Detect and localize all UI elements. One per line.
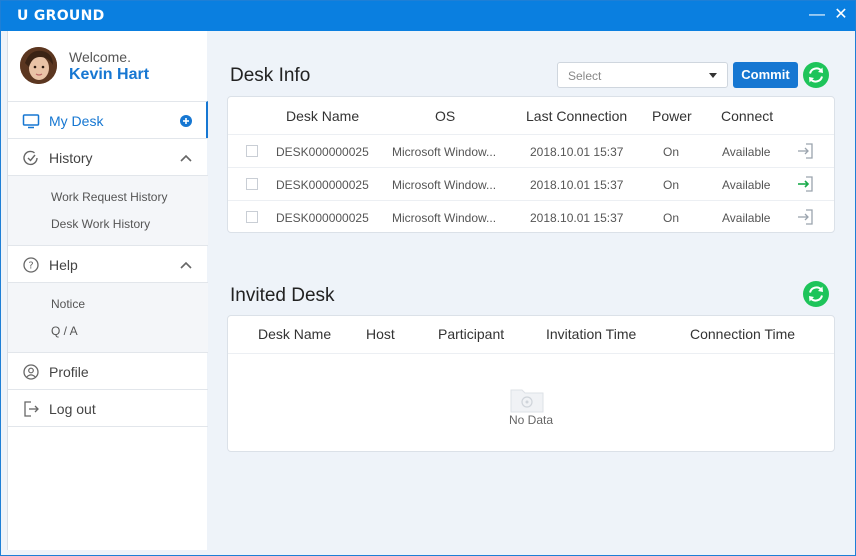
desk-info-table: Desk Name OS Last Connection Power Conne… — [227, 96, 835, 233]
column-header: Invitation Time — [546, 326, 637, 342]
sidebar-subitem-work-request-history[interactable]: Work Request History — [51, 190, 167, 204]
column-header: Last Connection — [526, 108, 628, 124]
sidebar-item-logout[interactable]: Log out — [8, 389, 208, 427]
column-header: Power — [652, 108, 692, 124]
user-icon — [22, 363, 40, 381]
user-panel: Welcome. Kevin Hart — [8, 31, 208, 101]
sidebar: Welcome. Kevin Hart My Desk History Work… — [7, 31, 208, 550]
question-circle-icon: ? — [22, 256, 40, 274]
app-logo: U GROUND — [17, 8, 105, 24]
row-checkbox[interactable] — [246, 211, 258, 223]
close-button[interactable]: ✕ — [831, 5, 851, 25]
invited-desk-table: Desk Name Host Participant Invitation Ti… — [227, 315, 835, 452]
refresh-icon[interactable] — [802, 280, 830, 308]
last-connection-cell: 2018.10.01 15:37 — [530, 145, 624, 159]
desk-select[interactable]: Select — [557, 62, 728, 88]
chevron-up-icon[interactable] — [179, 258, 193, 272]
minimize-button[interactable]: — — [807, 5, 827, 25]
empty-folder-icon — [510, 384, 544, 414]
sidebar-item-history[interactable]: History — [8, 138, 208, 176]
connect-cell: Available — [722, 145, 771, 159]
sidebar-subitem-notice[interactable]: Notice — [51, 297, 85, 311]
column-header: Desk Name — [286, 108, 360, 124]
avatar — [20, 47, 57, 84]
plus-circle-icon[interactable] — [179, 114, 193, 128]
power-cell: On — [663, 178, 680, 192]
sidebar-item-label: My Desk — [49, 113, 104, 129]
commit-button[interactable]: Commit — [733, 62, 798, 88]
row-checkbox[interactable] — [246, 145, 258, 157]
column-header: Connection Time — [690, 326, 796, 342]
column-header: Desk Name — [258, 326, 332, 342]
column-header: Host — [366, 326, 395, 342]
table-row[interactable]: DESK000000025 Microsoft Window... 2018.1… — [228, 134, 834, 167]
user-name: Kevin Hart — [69, 66, 150, 83]
column-header: Participant — [438, 326, 505, 342]
refresh-icon[interactable] — [802, 61, 830, 89]
os-cell: Microsoft Window... — [392, 211, 497, 225]
column-header: OS — [435, 108, 456, 124]
invited-desk-title: Invited Desk — [230, 285, 335, 306]
desk-info-title: Desk Info — [230, 65, 311, 86]
os-cell: Microsoft Window... — [392, 178, 497, 192]
connect-cell: Available — [722, 178, 771, 192]
sidebar-item-label: History — [49, 150, 93, 166]
last-connection-cell: 2018.10.01 15:37 — [530, 178, 624, 192]
select-placeholder: Select — [568, 69, 602, 83]
empty-state-text: No Data — [508, 413, 554, 427]
power-cell: On — [663, 145, 680, 159]
table-row[interactable]: DESK000000025 Microsoft Window... 2018.1… — [228, 167, 834, 200]
chevron-up-icon[interactable] — [179, 151, 193, 165]
app-window: U GROUND — ✕ Welcome. Kevin Hart My Desk… — [0, 0, 856, 556]
connect-cell: Available — [722, 211, 771, 225]
sign-in-icon[interactable] — [796, 143, 814, 159]
help-submenu: Notice Q / A — [8, 282, 208, 352]
column-header: Connect — [721, 108, 774, 124]
last-connection-cell: 2018.10.01 15:37 — [530, 211, 624, 225]
welcome-text: Welcome. — [69, 49, 131, 65]
desk-name-cell: DESK000000025 — [276, 211, 369, 225]
header-divider — [228, 353, 834, 354]
sidebar-item-label: Help — [49, 257, 78, 273]
svg-text:?: ? — [28, 261, 33, 272]
table-row[interactable]: DESK000000025 Microsoft Window... 2018.1… — [228, 200, 834, 233]
sidebar-item-help[interactable]: ? Help — [8, 245, 208, 283]
sidebar-item-my-desk[interactable]: My Desk — [8, 101, 208, 139]
history-submenu: Work Request History Desk Work History — [8, 175, 208, 245]
sidebar-item-profile[interactable]: Profile — [8, 352, 208, 390]
desk-name-cell: DESK000000025 — [276, 178, 369, 192]
sidebar-item-label: Profile — [49, 364, 89, 380]
title-bar: U GROUND — ✕ — [1, 1, 855, 31]
row-checkbox[interactable] — [246, 178, 258, 190]
chevron-down-icon — [709, 73, 717, 78]
history-icon — [22, 149, 40, 167]
sign-in-icon[interactable] — [796, 176, 814, 192]
sign-in-icon[interactable] — [796, 209, 814, 225]
monitor-icon — [22, 112, 40, 130]
power-cell: On — [663, 211, 680, 225]
os-cell: Microsoft Window... — [392, 145, 497, 159]
sidebar-subitem-qa[interactable]: Q / A — [51, 324, 78, 338]
desk-name-cell: DESK000000025 — [276, 145, 369, 159]
logout-icon — [22, 400, 40, 418]
sidebar-item-label: Log out — [49, 401, 96, 417]
sidebar-subitem-desk-work-history[interactable]: Desk Work History — [51, 217, 150, 231]
